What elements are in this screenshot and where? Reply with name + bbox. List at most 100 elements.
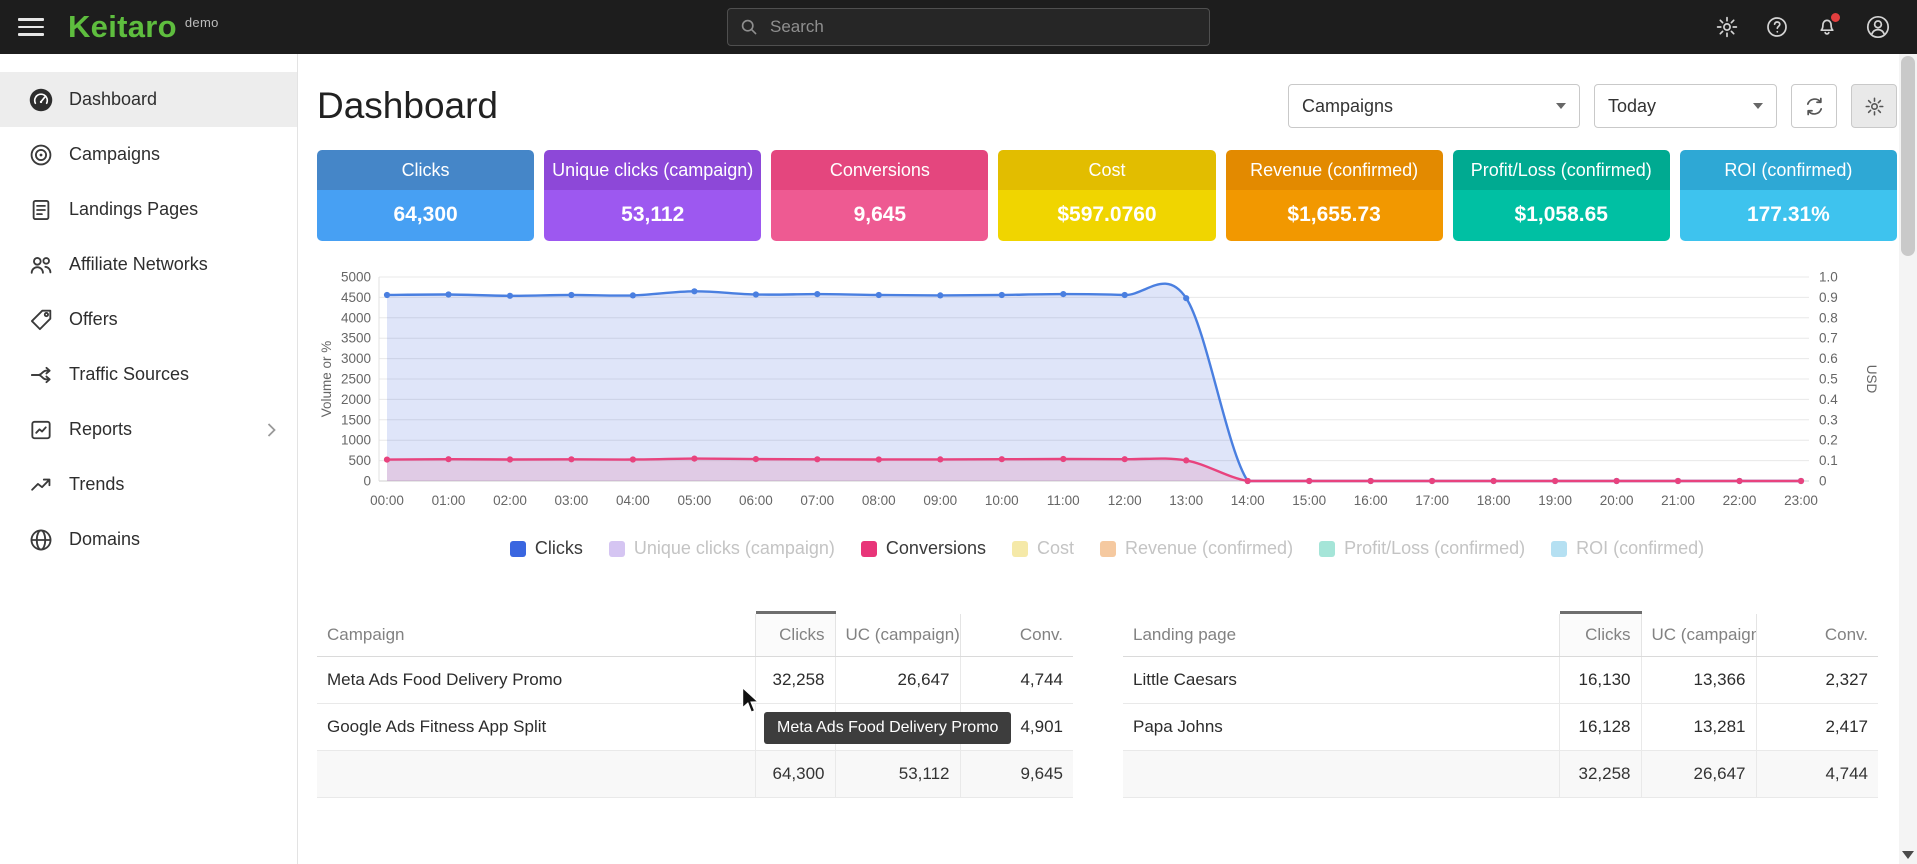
- column-header-conv-[interactable]: Conv.: [960, 613, 1073, 657]
- svg-text:14:00: 14:00: [1231, 493, 1265, 508]
- column-header-clicks[interactable]: Clicks: [755, 613, 835, 657]
- search-input[interactable]: [727, 8, 1210, 46]
- table-row[interactable]: Meta Ads Food Delivery Promo32,25826,647…: [317, 657, 1073, 704]
- metric-card-revenue-confirmed-[interactable]: Revenue (confirmed)$1,655.73: [1226, 150, 1443, 241]
- report-icon: [28, 417, 54, 443]
- sidebar-item-domains[interactable]: Domains: [0, 512, 297, 567]
- app-logo[interactable]: Keitarodemo: [68, 9, 219, 45]
- svg-text:03:00: 03:00: [555, 493, 589, 508]
- svg-text:09:00: 09:00: [923, 493, 957, 508]
- column-header-clicks[interactable]: Clicks: [1559, 613, 1641, 657]
- help-icon[interactable]: [1765, 15, 1789, 39]
- metric-value: 53,112: [544, 190, 761, 241]
- campaigns-filter-select[interactable]: Campaigns: [1288, 84, 1580, 128]
- svg-text:16:00: 16:00: [1354, 493, 1388, 508]
- legend-swatch: [1012, 541, 1028, 557]
- total-cell: [1123, 751, 1559, 798]
- sidebar-item-label: Dashboard: [69, 89, 157, 110]
- hamburger-menu-icon[interactable]: [16, 12, 46, 42]
- legend-item-clicks[interactable]: Clicks: [510, 538, 583, 559]
- table-cell: Google Ads Fitness App Split: [317, 704, 755, 751]
- sidebar-item-campaigns[interactable]: Campaigns: [0, 127, 297, 182]
- metric-card-clicks[interactable]: Clicks64,300: [317, 150, 534, 241]
- date-range-select[interactable]: Today: [1594, 84, 1777, 128]
- svg-text:13:00: 13:00: [1169, 493, 1203, 508]
- svg-text:21:00: 21:00: [1661, 493, 1695, 508]
- table-row[interactable]: Little Caesars16,13013,3662,327: [1123, 657, 1878, 704]
- legend-label: Profit/Loss (confirmed): [1344, 538, 1525, 559]
- svg-text:2500: 2500: [341, 372, 371, 387]
- total-cell: 26,647: [1641, 751, 1756, 798]
- svg-text:0.9: 0.9: [1819, 290, 1838, 305]
- legend-item-cost[interactable]: Cost: [1012, 538, 1074, 559]
- date-range-value: Today: [1608, 96, 1656, 117]
- sidebar-item-label: Domains: [69, 529, 140, 550]
- table-cell: 32,258: [755, 657, 835, 704]
- metric-card-roi-confirmed-[interactable]: ROI (confirmed)177.31%: [1680, 150, 1897, 241]
- svg-text:02:00: 02:00: [493, 493, 527, 508]
- main-content: Dashboard Campaigns Today Clicks64,300Un: [298, 54, 1917, 864]
- sidebar-item-landings-pages[interactable]: Landings Pages: [0, 182, 297, 237]
- scroll-down-arrow-icon[interactable]: [1902, 851, 1914, 859]
- sidebar-item-traffic-sources[interactable]: Traffic Sources: [0, 347, 297, 402]
- metric-card-cost[interactable]: Cost$597.0760: [998, 150, 1215, 241]
- legend-label: ROI (confirmed): [1576, 538, 1704, 559]
- chart-area: 005000.110000.215000.320000.425000.53000…: [317, 267, 1897, 524]
- legend-item-profit-loss-confirmed-[interactable]: Profit/Loss (confirmed): [1319, 538, 1525, 559]
- svg-text:1500: 1500: [341, 412, 371, 427]
- sidebar-item-offers[interactable]: Offers: [0, 292, 297, 347]
- legend-swatch: [609, 541, 625, 557]
- legend-item-revenue-confirmed-[interactable]: Revenue (confirmed): [1100, 538, 1293, 559]
- column-header-conv-[interactable]: Conv.: [1756, 613, 1878, 657]
- table-cell: 13,281: [1641, 704, 1756, 751]
- account-avatar-icon[interactable]: [1865, 14, 1891, 40]
- column-header-uc-campaign-[interactable]: UC (campaign): [1641, 613, 1756, 657]
- column-header-campaign[interactable]: Campaign: [317, 613, 755, 657]
- metric-value: $1,058.65: [1453, 190, 1670, 241]
- metric-card-profit-loss-confirmed-[interactable]: Profit/Loss (confirmed)$1,058.65: [1453, 150, 1670, 241]
- metric-card-conversions[interactable]: Conversions9,645: [771, 150, 988, 241]
- scrollbar-thumb[interactable]: [1901, 56, 1915, 256]
- column-header-uc-campaign-[interactable]: UC (campaign): [835, 613, 960, 657]
- sidebar-item-dashboard[interactable]: Dashboard: [0, 72, 297, 127]
- legend-swatch: [510, 541, 526, 557]
- svg-text:20:00: 20:00: [1600, 493, 1634, 508]
- svg-text:4000: 4000: [341, 310, 371, 325]
- legend-item-roi-confirmed-[interactable]: ROI (confirmed): [1551, 538, 1704, 559]
- legend-item-conversions[interactable]: Conversions: [861, 538, 986, 559]
- table-cell: 2,327: [1756, 657, 1878, 704]
- svg-text:10:00: 10:00: [985, 493, 1019, 508]
- svg-text:0.4: 0.4: [1819, 392, 1838, 407]
- refresh-button[interactable]: [1791, 84, 1837, 128]
- page-scrollbar[interactable]: [1899, 54, 1917, 864]
- sidebar-item-reports[interactable]: Reports: [0, 402, 297, 457]
- svg-text:5000: 5000: [341, 270, 371, 285]
- column-header-landing-page[interactable]: Landing page: [1123, 613, 1559, 657]
- metric-label: Revenue (confirmed): [1226, 150, 1443, 190]
- svg-text:USD: USD: [1864, 365, 1877, 394]
- legend-label: Unique clicks (campaign): [634, 538, 835, 559]
- legend-item-unique-clicks-campaign-[interactable]: Unique clicks (campaign): [609, 538, 835, 559]
- campaigns-table: CampaignClicksUC (campaign)Conv.Meta Ads…: [317, 611, 1073, 798]
- table-cell: Meta Ads Food Delivery Promo: [317, 657, 755, 704]
- target-icon: [28, 142, 54, 168]
- total-cell: 32,258: [1559, 751, 1641, 798]
- totals-row: 64,30053,1129,645: [317, 751, 1073, 798]
- svg-text:05:00: 05:00: [678, 493, 712, 508]
- people-icon: [28, 252, 54, 278]
- metric-label: Cost: [998, 150, 1215, 190]
- legend-label: Cost: [1037, 538, 1074, 559]
- dashboard-settings-button[interactable]: [1851, 84, 1897, 128]
- notifications-bell-icon[interactable]: [1815, 15, 1839, 39]
- settings-gear-icon[interactable]: [1715, 15, 1739, 39]
- svg-text:0.8: 0.8: [1819, 310, 1838, 325]
- gauge-icon: [28, 87, 54, 113]
- sidebar-item-trends[interactable]: Trends: [0, 457, 297, 512]
- svg-text:0.6: 0.6: [1819, 351, 1838, 366]
- legend-label: Revenue (confirmed): [1125, 538, 1293, 559]
- sidebar-item-affiliate-networks[interactable]: Affiliate Networks: [0, 237, 297, 292]
- sidebar-item-label: Reports: [69, 419, 132, 440]
- table-row[interactable]: Papa Johns16,12813,2812,417: [1123, 704, 1878, 751]
- svg-text:1.0: 1.0: [1819, 270, 1838, 285]
- metric-card-unique-clicks-campaign-[interactable]: Unique clicks (campaign)53,112: [544, 150, 761, 241]
